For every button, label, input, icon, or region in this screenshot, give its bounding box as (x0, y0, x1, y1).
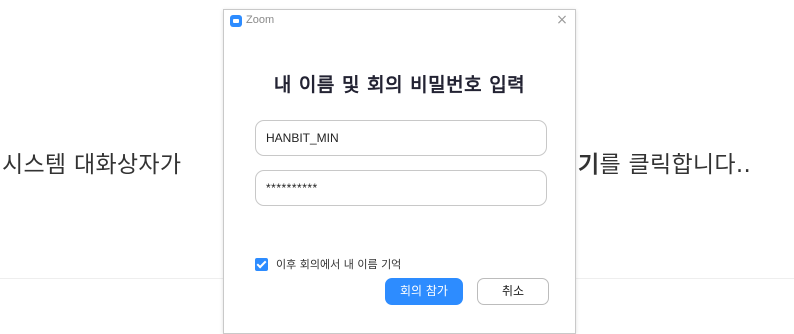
join-meeting-dialog: Zoom × 내 이름 및 회의 비밀번호 입력 HANBIT_MIN ****… (223, 9, 576, 334)
zoom-logo-icon (230, 15, 242, 27)
close-icon[interactable]: × (555, 13, 569, 27)
instruction-text-bold: 기 (578, 152, 600, 178)
titlebar: Zoom × (224, 10, 575, 34)
remember-name-option[interactable]: 이후 회의에서 내 이름 기억 (255, 256, 401, 272)
instruction-text-left: 시스템 대화상자가 (2, 152, 182, 178)
remember-label: 이후 회의에서 내 이름 기억 (276, 258, 402, 271)
dialog-heading: 내 이름 및 회의 비밀번호 입력 (273, 74, 526, 96)
window-title: Zoom (246, 14, 275, 26)
instruction-text-tail: 를 클릭합니다.. (599, 152, 752, 178)
instruction-text-right: 기를 클릭합니다.. (578, 145, 751, 179)
join-meeting-button[interactable]: 회의 참가 (385, 278, 463, 305)
cancel-button[interactable]: 취소 (477, 278, 549, 305)
name-input[interactable]: HANBIT_MIN (255, 120, 547, 156)
remember-checkbox[interactable] (255, 257, 268, 271)
password-input[interactable]: ********** (255, 170, 547, 206)
